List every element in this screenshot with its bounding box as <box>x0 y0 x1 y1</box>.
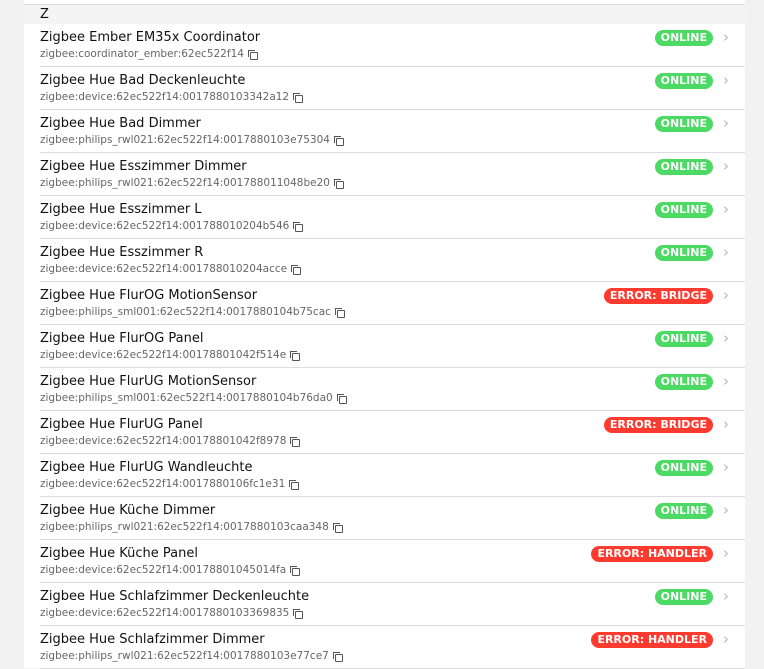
thing-uid: zigbee:philips_sml001:62ec522f14:0017880… <box>40 306 331 318</box>
thing-name: Zigbee Hue FlurUG Wandleuchte <box>40 460 253 475</box>
status-badge: ERROR: HANDLER <box>591 632 713 648</box>
chevron-right-icon: › <box>723 372 729 390</box>
copy-icon[interactable] <box>290 436 301 447</box>
status-badge: ONLINE <box>654 503 713 519</box>
thing-uid: zigbee:device:62ec522f14:00178801042f897… <box>40 435 287 447</box>
copy-icon[interactable] <box>293 608 304 619</box>
thing-row[interactable]: Zigbee Ember EM35x Coordinator zigbee:co… <box>24 24 745 67</box>
copy-icon[interactable] <box>247 49 258 60</box>
status-badge: ONLINE <box>654 589 713 605</box>
thing-row[interactable]: Zigbee Hue Küche Panel zigbee:device:62e… <box>24 540 745 583</box>
group-header: Z <box>24 5 745 24</box>
thing-uid: zigbee:philips_rwl021:62ec522f14:0017880… <box>40 177 330 189</box>
thing-name: Zigbee Hue Schlafzimmer Deckenleuchte <box>40 589 310 604</box>
chevron-right-icon: › <box>723 630 729 648</box>
status-badge: ONLINE <box>654 460 713 476</box>
status-badge: ONLINE <box>654 159 713 175</box>
copy-icon[interactable] <box>334 307 345 318</box>
thing-row[interactable]: Zigbee Hue Esszimmer L zigbee:device:62e… <box>24 196 745 239</box>
thing-uid: zigbee:device:62ec522f14:0017880103342a1… <box>40 91 290 103</box>
status-badge: ONLINE <box>654 73 713 89</box>
status-badge: ERROR: BRIDGE <box>603 288 713 304</box>
thing-uid: zigbee:device:62ec522f14:001788010204b54… <box>40 220 290 232</box>
copy-icon[interactable] <box>293 92 304 103</box>
thing-row[interactable]: Zigbee Hue Esszimmer R zigbee:device:62e… <box>24 239 745 282</box>
status-badge: ONLINE <box>654 331 713 347</box>
thing-row[interactable]: Zigbee Hue Schlafzimmer Dimmer zigbee:ph… <box>24 626 745 669</box>
thing-uid: zigbee:device:62ec522f14:0017880106fc1e3… <box>40 478 286 490</box>
copy-icon[interactable] <box>332 522 343 533</box>
chevron-right-icon: › <box>723 501 729 519</box>
copy-icon[interactable] <box>333 178 344 189</box>
thing-name: Zigbee Ember EM35x Coordinator <box>40 30 261 45</box>
chevron-right-icon: › <box>723 243 729 261</box>
chevron-right-icon: › <box>723 415 729 433</box>
thing-row[interactable]: Zigbee Hue FlurUG Wandleuchte zigbee:dev… <box>24 454 745 497</box>
thing-name: Zigbee Hue Esszimmer Dimmer <box>40 159 247 174</box>
thing-name: Zigbee Hue Esszimmer R <box>40 245 204 260</box>
status-badge: ERROR: BRIDGE <box>603 417 713 433</box>
chevron-right-icon: › <box>723 114 729 132</box>
copy-icon[interactable] <box>293 221 304 232</box>
copy-icon[interactable] <box>333 135 344 146</box>
copy-icon[interactable] <box>336 393 347 404</box>
thing-uid: zigbee:philips_sml001:62ec522f14:0017880… <box>40 392 333 404</box>
thing-row[interactable]: Zigbee Hue Schlafzimmer Deckenleuchte zi… <box>24 583 745 626</box>
chevron-right-icon: › <box>723 458 729 476</box>
chevron-right-icon: › <box>723 157 729 175</box>
thing-row[interactable]: Zigbee Hue FlurUG MotionSensor zigbee:ph… <box>24 368 745 411</box>
chevron-right-icon: › <box>723 71 729 89</box>
thing-name: Zigbee Hue Küche Dimmer <box>40 503 216 518</box>
chevron-right-icon: › <box>723 544 729 562</box>
status-badge: ONLINE <box>654 30 713 46</box>
thing-row[interactable]: Zigbee Hue Bad Dimmer zigbee:philips_rwl… <box>24 110 745 153</box>
chevron-right-icon: › <box>723 329 729 347</box>
thing-uid: zigbee:philips_rwl021:62ec522f14:0017880… <box>40 521 329 533</box>
thing-row[interactable]: Zigbee Hue Esszimmer Dimmer zigbee:phili… <box>24 153 745 196</box>
thing-name: Zigbee Hue Küche Panel <box>40 546 198 561</box>
thing-uid: zigbee:device:62ec522f14:00178801045014f… <box>40 564 287 576</box>
chevron-right-icon: › <box>723 587 729 605</box>
thing-uid: zigbee:device:62ec522f14:001788010336983… <box>40 607 290 619</box>
chevron-right-icon: › <box>723 200 729 218</box>
group-label: Z <box>40 7 49 22</box>
thing-name: Zigbee Hue Schlafzimmer Dimmer <box>40 632 265 647</box>
status-badge: ERROR: HANDLER <box>591 546 713 562</box>
copy-icon[interactable] <box>291 264 302 275</box>
thing-name: Zigbee Hue Bad Dimmer <box>40 116 201 131</box>
thing-name: Zigbee Hue FlurUG Panel <box>40 417 203 432</box>
thing-name: Zigbee Hue Bad Deckenleuchte <box>40 73 246 88</box>
thing-name: Zigbee Hue FlurOG MotionSensor <box>40 288 258 303</box>
thing-row[interactable]: Zigbee Hue Bad Deckenleuchte zigbee:devi… <box>24 67 745 110</box>
thing-row[interactable]: Zigbee Hue FlurOG MotionSensor zigbee:ph… <box>24 282 745 325</box>
thing-uid: zigbee:coordinator_ember:62ec522f14 <box>40 48 244 60</box>
thing-name: Zigbee Hue FlurUG MotionSensor <box>40 374 257 389</box>
chevron-right-icon: › <box>723 286 729 304</box>
status-badge: ONLINE <box>654 374 713 390</box>
thing-name: Zigbee Hue FlurOG Panel <box>40 331 204 346</box>
copy-icon[interactable] <box>289 479 300 490</box>
thing-uid: zigbee:philips_rwl021:62ec522f14:0017880… <box>40 650 329 662</box>
status-badge: ONLINE <box>654 245 713 261</box>
thing-row[interactable]: Zigbee Hue FlurOG Panel zigbee:device:62… <box>24 325 745 368</box>
thing-name: Zigbee Hue Esszimmer L <box>40 202 202 217</box>
thing-uid: zigbee:philips_rwl021:62ec522f14:0017880… <box>40 134 330 146</box>
copy-icon[interactable] <box>332 651 343 662</box>
status-badge: ONLINE <box>654 202 713 218</box>
chevron-right-icon: › <box>723 28 729 46</box>
thing-row[interactable]: Zigbee Hue Küche Dimmer zigbee:philips_r… <box>24 497 745 540</box>
copy-icon[interactable] <box>290 350 301 361</box>
thing-row[interactable]: Zigbee Hue FlurUG Panel zigbee:device:62… <box>24 411 745 454</box>
status-badge: ONLINE <box>654 116 713 132</box>
thing-uid: zigbee:device:62ec522f14:00178801042f514… <box>40 349 287 361</box>
thing-uid: zigbee:device:62ec522f14:001788010204acc… <box>40 263 288 275</box>
copy-icon[interactable] <box>290 565 301 576</box>
